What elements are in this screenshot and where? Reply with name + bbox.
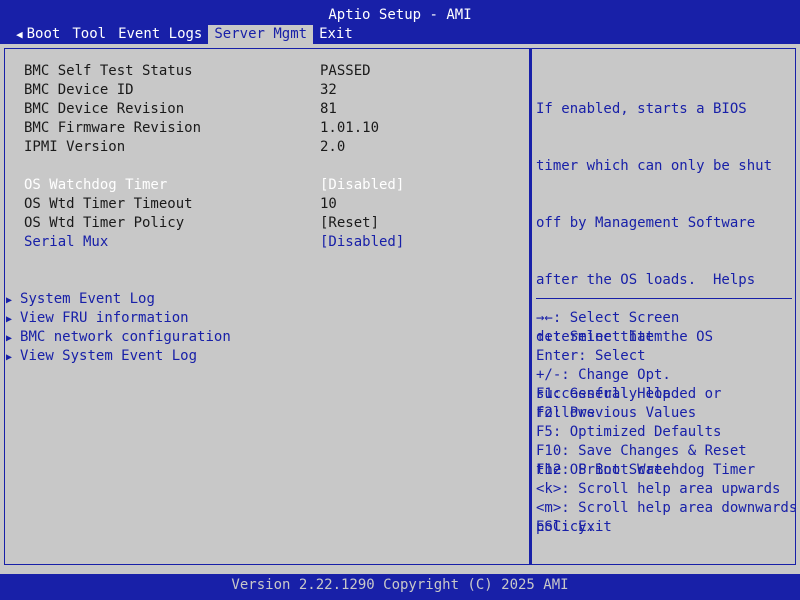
tab-event-logs[interactable]: Event Logs xyxy=(112,25,208,44)
bmc-firmware-revision-label: BMC Firmware Revision xyxy=(24,120,202,136)
os-wtd-timer-timeout-label: OS Wtd Timer Timeout xyxy=(24,196,193,212)
key-select-screen: →←: Select Screen xyxy=(536,310,680,326)
serial-mux-value[interactable]: [Disabled] xyxy=(320,233,404,252)
key-legend: →←: Select Screen ↑↓: Select Item Enter:… xyxy=(536,309,797,537)
tab-bar: ◀ Boot Tool Event Logs Server Mgmt Exit xyxy=(10,25,359,44)
submenu-label: View System Event Log xyxy=(20,348,198,364)
help-line: timer which can only be shut xyxy=(536,158,773,174)
bmc-device-revision-label: BMC Device Revision xyxy=(24,101,185,117)
key-change-opt: +/-: Change Opt. xyxy=(536,367,671,383)
left-arrow-icon: ◀ xyxy=(16,28,23,41)
os-wtd-timer-timeout-value: 10 xyxy=(320,196,337,212)
key-scroll-down: <m>: Scroll help area downwards xyxy=(536,500,798,516)
key-f5: F5: Optimized Defaults xyxy=(536,424,722,440)
bmc-device-revision-value: 81 xyxy=(320,101,337,117)
tab-tool[interactable]: Tool xyxy=(66,25,112,44)
key-f12: F12: Print Screen xyxy=(536,462,680,478)
key-select-item: ↑↓: Select Item xyxy=(536,329,663,345)
window-title: Aptio Setup - AMI xyxy=(328,7,472,23)
ipmi-version-value: 2.0 xyxy=(320,139,346,155)
serial-mux-label[interactable]: Serial Mux xyxy=(24,233,108,252)
help-line: If enabled, starts a BIOS xyxy=(536,101,747,117)
tab-boot[interactable]: ◀ Boot xyxy=(10,25,66,44)
os-wtd-timer-policy-value: [Reset] xyxy=(320,215,380,231)
right-triangle-icon: ▶ xyxy=(6,295,13,306)
os-watchdog-timer-value[interactable]: [Disabled] xyxy=(320,176,404,195)
bmc-self-test-status-value: PASSED xyxy=(320,63,371,79)
tab-label: Boot xyxy=(26,26,61,42)
key-f1: F1: General Help xyxy=(536,386,671,402)
submenu-label: BMC network configuration xyxy=(20,329,231,345)
submenu-view-fru-information[interactable]: ▶ View FRU information xyxy=(6,309,189,329)
submenu-view-system-event-log[interactable]: ▶ View System Event Log xyxy=(6,347,197,367)
key-f10: F10: Save Changes & Reset xyxy=(536,443,747,459)
submenu-label: View FRU information xyxy=(20,310,189,326)
right-triangle-icon: ▶ xyxy=(6,352,13,363)
os-wtd-timer-policy-label: OS Wtd Timer Policy xyxy=(24,215,185,231)
right-triangle-icon: ▶ xyxy=(6,314,13,325)
submenu-bmc-network-configuration[interactable]: ▶ BMC network configuration xyxy=(6,328,231,348)
bmc-firmware-revision-value: 1.01.10 xyxy=(320,120,380,136)
submenu-label: System Event Log xyxy=(20,291,155,307)
key-enter: Enter: Select xyxy=(536,348,646,364)
key-esc: ESC: Exit xyxy=(536,519,612,535)
top-bar: Aptio Setup - AMI ◀ Boot Tool Event Logs … xyxy=(0,0,800,44)
key-f2: F2: Previous Values xyxy=(536,405,697,421)
os-watchdog-timer-label[interactable]: OS Watchdog Timer xyxy=(24,176,167,195)
bmc-device-id-label: BMC Device ID xyxy=(24,82,134,98)
bmc-self-test-status-label: BMC Self Test Status xyxy=(24,63,193,79)
tab-exit[interactable]: Exit xyxy=(313,25,359,44)
bmc-device-id-value: 32 xyxy=(320,82,337,98)
submenu-system-event-log[interactable]: ▶ System Event Log xyxy=(6,290,155,310)
help-line: off by Management Software xyxy=(536,215,756,231)
tab-server-mgmt[interactable]: Server Mgmt xyxy=(208,25,314,44)
key-scroll-up: <k>: Scroll help area upwards xyxy=(536,481,781,497)
version-footer: Version 2.22.1290 Copyright (C) 2025 AMI xyxy=(0,574,800,600)
ipmi-version-label: IPMI Version xyxy=(24,139,126,155)
right-triangle-icon: ▶ xyxy=(6,333,13,344)
help-divider xyxy=(536,298,792,299)
help-line: after the OS loads. Helps xyxy=(536,272,756,288)
